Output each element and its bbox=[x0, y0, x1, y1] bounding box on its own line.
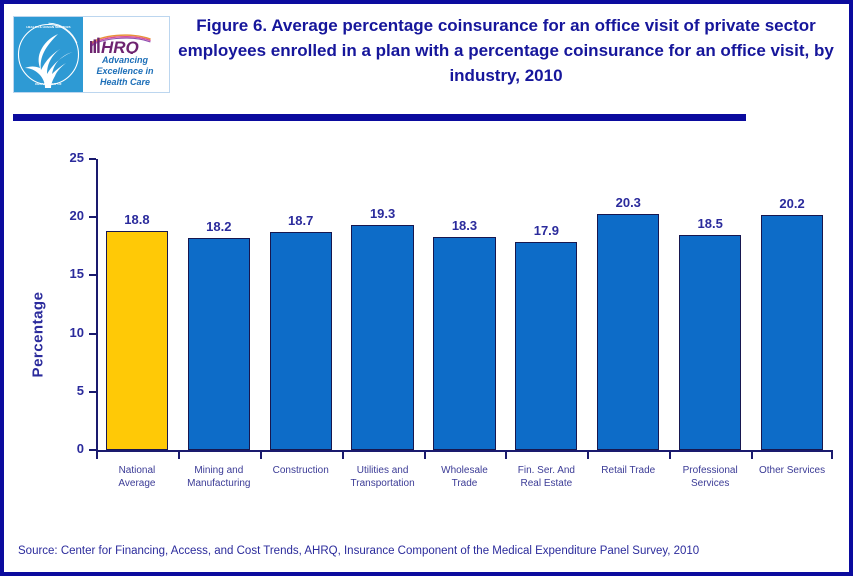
x-axis-category-label: National Average bbox=[118, 465, 156, 489]
ahrq-wordmark-icon: HRQ bbox=[90, 34, 151, 54]
x-axis-tick bbox=[423, 452, 426, 459]
y-axis-tick: 0 bbox=[77, 441, 96, 456]
x-axis-tick bbox=[177, 452, 180, 459]
ahrq-logo: HRQ Advancing Excellence in Health Care bbox=[83, 17, 169, 92]
bar-value-label: 18.5 bbox=[697, 215, 723, 231]
x-axis-category-label: Construction bbox=[272, 465, 329, 476]
figure-page: HEALTH & HUMAN SERVICES DEPARTMENT OF HR… bbox=[0, 0, 853, 576]
bar[interactable] bbox=[679, 234, 742, 450]
bar-value-label: 18.7 bbox=[288, 213, 314, 229]
bar-slot: 19.3 bbox=[342, 159, 424, 450]
bar-chart: Percentage 0 5 10 15 20 25 18.8 18.2 18.7 19.3 18… bbox=[4, 126, 849, 521]
bar-slot: 20.2 bbox=[751, 159, 833, 450]
bar-slot: 18.7 bbox=[260, 159, 342, 450]
x-axis-category-label: Mining and Manufacturing bbox=[187, 465, 251, 489]
bar[interactable] bbox=[187, 238, 250, 450]
x-axis-tick bbox=[831, 452, 833, 459]
figure-header: HEALTH & HUMAN SERVICES DEPARTMENT OF HR… bbox=[4, 4, 849, 108]
bar-value-label: 18.3 bbox=[451, 218, 478, 233]
hhs-seal-icon: HEALTH & HUMAN SERVICES DEPARTMENT OF bbox=[14, 17, 83, 92]
bar-value-label: 19.3 bbox=[369, 206, 396, 222]
bar-slot: 18.2 bbox=[178, 159, 260, 450]
svg-text:HEALTH & HUMAN SERVICES: HEALTH & HUMAN SERVICES bbox=[26, 25, 70, 29]
bar-slot: 17.9 bbox=[505, 159, 587, 450]
plot-area: 0 5 10 15 20 25 18.8 18.2 18.7 19.3 18.3 17.9 20.3 1… bbox=[70, 150, 833, 489]
x-axis-tick bbox=[341, 452, 344, 459]
bar-value-label: 17.9 bbox=[533, 222, 560, 238]
x-axis-tick bbox=[669, 452, 672, 459]
agency-logo: HEALTH & HUMAN SERVICES DEPARTMENT OF HR… bbox=[13, 16, 170, 93]
y-axis-tick-label: 5 bbox=[76, 382, 84, 398]
bar-slot: 20.3 bbox=[587, 159, 669, 450]
bar[interactable] bbox=[433, 237, 496, 450]
bar[interactable] bbox=[760, 214, 824, 450]
x-axis-category-label: Fin. Ser. And Real Estate bbox=[517, 465, 575, 489]
x-axis-category-label: Professional Services bbox=[682, 465, 738, 489]
bar-value-label: 20.3 bbox=[615, 194, 641, 210]
y-axis-tick: 15 bbox=[70, 266, 96, 281]
x-axis-tick bbox=[96, 452, 98, 459]
bar-slot: 18.8 bbox=[96, 159, 178, 450]
svg-text:HRQ: HRQ bbox=[101, 38, 139, 54]
bar[interactable] bbox=[269, 232, 332, 450]
y-axis-tick-label: 10 bbox=[69, 324, 84, 340]
x-axis-tick bbox=[751, 452, 754, 459]
y-axis-tick: 10 bbox=[70, 325, 96, 340]
bar[interactable] bbox=[105, 231, 169, 450]
x-axis-category-label: Retail Trade bbox=[601, 465, 656, 476]
bar-slot: 18.5 bbox=[669, 159, 751, 450]
bar[interactable] bbox=[515, 241, 578, 450]
y-axis-tick-label: 20 bbox=[69, 208, 84, 224]
bar[interactable] bbox=[597, 213, 660, 450]
bar-value-label: 18.2 bbox=[206, 219, 232, 235]
ahrq-tagline: Advancing Excellence in Health Care bbox=[96, 55, 154, 87]
bar-value-label: 20.2 bbox=[779, 195, 805, 211]
bar-slot: 18.3 bbox=[424, 159, 506, 450]
bar-value-label: 18.8 bbox=[124, 212, 150, 228]
x-axis-category-label: Other Services bbox=[758, 465, 826, 476]
x-axis-tick bbox=[587, 452, 590, 459]
y-axis-tick: 20 bbox=[70, 208, 96, 223]
y-axis-tick-label: 15 bbox=[69, 266, 84, 282]
y-axis-tick: 25 bbox=[70, 150, 96, 165]
page-title: Figure 6. Average percentage coinsurance… bbox=[178, 16, 834, 85]
x-axis-category-label: Utilities and Transportation bbox=[350, 465, 415, 489]
x-axis-category-label: Wholesale Trade bbox=[441, 465, 488, 489]
y-axis-tick-label: 0 bbox=[76, 441, 84, 456]
header-divider bbox=[13, 114, 746, 121]
svg-text:DEPARTMENT OF: DEPARTMENT OF bbox=[35, 82, 62, 86]
source-note: Source: Center for Financing, Access, an… bbox=[18, 545, 700, 557]
x-axis-tick bbox=[259, 452, 262, 459]
bar[interactable] bbox=[351, 225, 414, 450]
y-axis-title: Percentage bbox=[29, 291, 47, 378]
y-axis-tick: 5 bbox=[77, 383, 96, 398]
y-axis-tick-label: 25 bbox=[69, 150, 84, 165]
x-axis-tick bbox=[505, 452, 508, 459]
x-axis-line bbox=[96, 450, 833, 452]
